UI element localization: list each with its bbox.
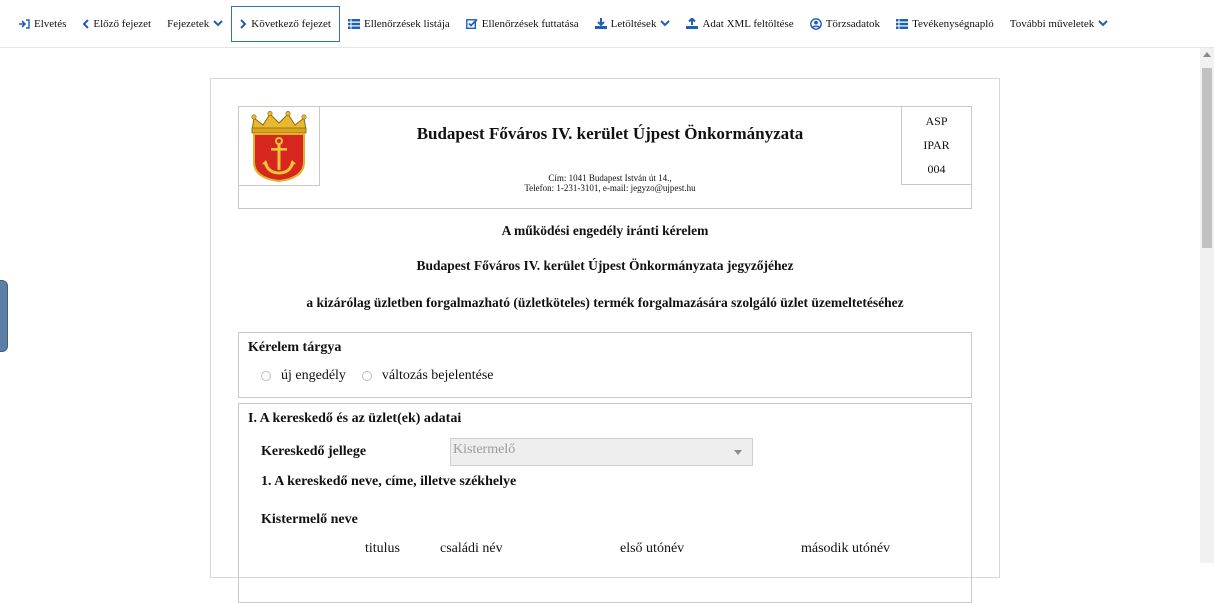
phone-email-line: Telefon: 1-231-3101, e-mail: jegyzo@ujpe… <box>524 183 696 193</box>
master-data-label: Törzsadatok <box>825 17 881 30</box>
chevron-down-icon <box>213 20 223 27</box>
request-subject-radio-group: új engedély változás bejelentése <box>261 368 509 384</box>
activity-log-label: Tevékenységnapló <box>912 17 994 30</box>
chevron-down-icon <box>1098 20 1108 27</box>
discard-label: Elvetés <box>34 17 67 30</box>
user-circle-icon <box>809 17 822 30</box>
family-name-column-label: családi név <box>440 541 503 556</box>
scroll-up-arrow-icon[interactable] <box>1203 52 1211 57</box>
change-notification-radio[interactable] <box>361 371 372 381</box>
first-given-name-column-label: első utónév <box>620 541 685 556</box>
merchant-data-section: I. A kereskedő és az üzlet(ek) adatai Ke… <box>238 403 972 603</box>
sign-out-icon <box>18 18 30 29</box>
form-title-line3: a kizárólag üzletben forgalmazható (üzle… <box>306 295 904 310</box>
form-header: Budapest Főváros IV. kerület Újpest Önko… <box>238 106 972 209</box>
chapters-label: Fejezetek <box>167 17 210 30</box>
upload-xml-button[interactable]: Adat XML feltöltése <box>678 7 801 41</box>
list-icon <box>347 18 360 29</box>
next-chapter-label: Következő fejezet <box>251 17 331 30</box>
form-title-line1: A működési engedély iránti kérelem <box>501 223 709 238</box>
merchant-name-address-heading: 1. A kereskedő neve, címe, illetve székh… <box>261 474 517 489</box>
upload-xml-label: Adat XML feltöltése <box>702 17 794 30</box>
code-asp: ASP <box>925 114 948 128</box>
change-notification-label[interactable]: változás bejelentése <box>382 368 494 384</box>
caret-down-icon <box>734 450 742 455</box>
address-line: Cím: 1041 Budapest István út 14., <box>548 173 672 183</box>
more-actions-label: További műveletek <box>1009 17 1095 30</box>
organization-contact: Cím: 1041 Budapest István út 14., Telefo… <box>319 173 901 193</box>
merchant-data-heading: I. A kereskedő és az üzlet(ek) adatai <box>248 411 462 426</box>
run-checks-label: Ellenőrzések futtatása <box>481 17 579 30</box>
merchant-type-label: Kereskedő jellege <box>261 444 367 459</box>
logo-cell <box>239 107 320 186</box>
chapters-dropdown[interactable]: Fejezetek <box>159 7 231 41</box>
chevron-right-icon <box>240 18 247 29</box>
chevron-left-icon <box>82 18 90 29</box>
code-ipar: IPAR <box>923 138 950 152</box>
previous-chapter-button[interactable]: Előző fejezet <box>74 7 159 41</box>
producer-name-label: Kistermelő neve <box>261 512 358 527</box>
more-actions-dropdown[interactable]: További műveletek <box>1002 7 1116 41</box>
new-permit-radio[interactable] <box>261 371 271 381</box>
coat-of-arms-logo <box>251 110 307 182</box>
download-icon <box>594 18 607 29</box>
master-data-button[interactable]: Törzsadatok <box>802 7 888 41</box>
next-chapter-button[interactable]: Következő fejezet <box>231 5 340 42</box>
form-codes: ASP IPAR 004 <box>901 107 971 185</box>
check-square-icon <box>465 18 478 29</box>
downloads-dropdown[interactable]: Letöltések <box>587 7 679 41</box>
upload-icon <box>686 18 699 29</box>
checks-list-button[interactable]: Ellenőrzések listája <box>340 7 458 41</box>
checks-list-label: Ellenőrzések listája <box>363 17 450 30</box>
scroll-thumb[interactable] <box>1202 68 1212 248</box>
run-checks-button[interactable]: Ellenőrzések futtatása <box>458 7 587 41</box>
merchant-type-value: Kistermelő <box>453 442 516 457</box>
chevron-down-icon <box>660 20 671 27</box>
request-subject-heading: Kérelem tárgya <box>248 340 342 355</box>
side-panel-handle[interactable] <box>0 280 8 352</box>
discard-button[interactable]: Elvetés <box>10 7 74 41</box>
code-number: 004 <box>927 162 946 176</box>
toolbar: Elvetés Előző fejezet Fejezetek Következ… <box>0 0 1214 48</box>
request-subject-section: Kérelem tárgya új engedély változás beje… <box>238 332 972 398</box>
list-icon <box>896 18 909 29</box>
previous-chapter-label: Előző fejezet <box>93 17 152 30</box>
form-title-line2: Budapest Főváros IV. kerület Újpest Önko… <box>416 258 794 273</box>
merchant-type-select[interactable]: Kistermelő <box>450 438 753 466</box>
second-given-name-column-label: második utónév <box>801 541 891 556</box>
activity-log-button[interactable]: Tevékenységnapló <box>888 7 1002 41</box>
title-column-label: titulus <box>365 541 401 556</box>
new-permit-label[interactable]: új engedély <box>281 368 346 384</box>
vertical-scrollbar[interactable] <box>1200 48 1214 563</box>
form-document: Budapest Főváros IV. kerület Újpest Önko… <box>210 78 1000 603</box>
downloads-label: Letöltések <box>610 17 657 30</box>
organization-name: Budapest Főváros IV. kerület Újpest Önko… <box>416 124 804 143</box>
